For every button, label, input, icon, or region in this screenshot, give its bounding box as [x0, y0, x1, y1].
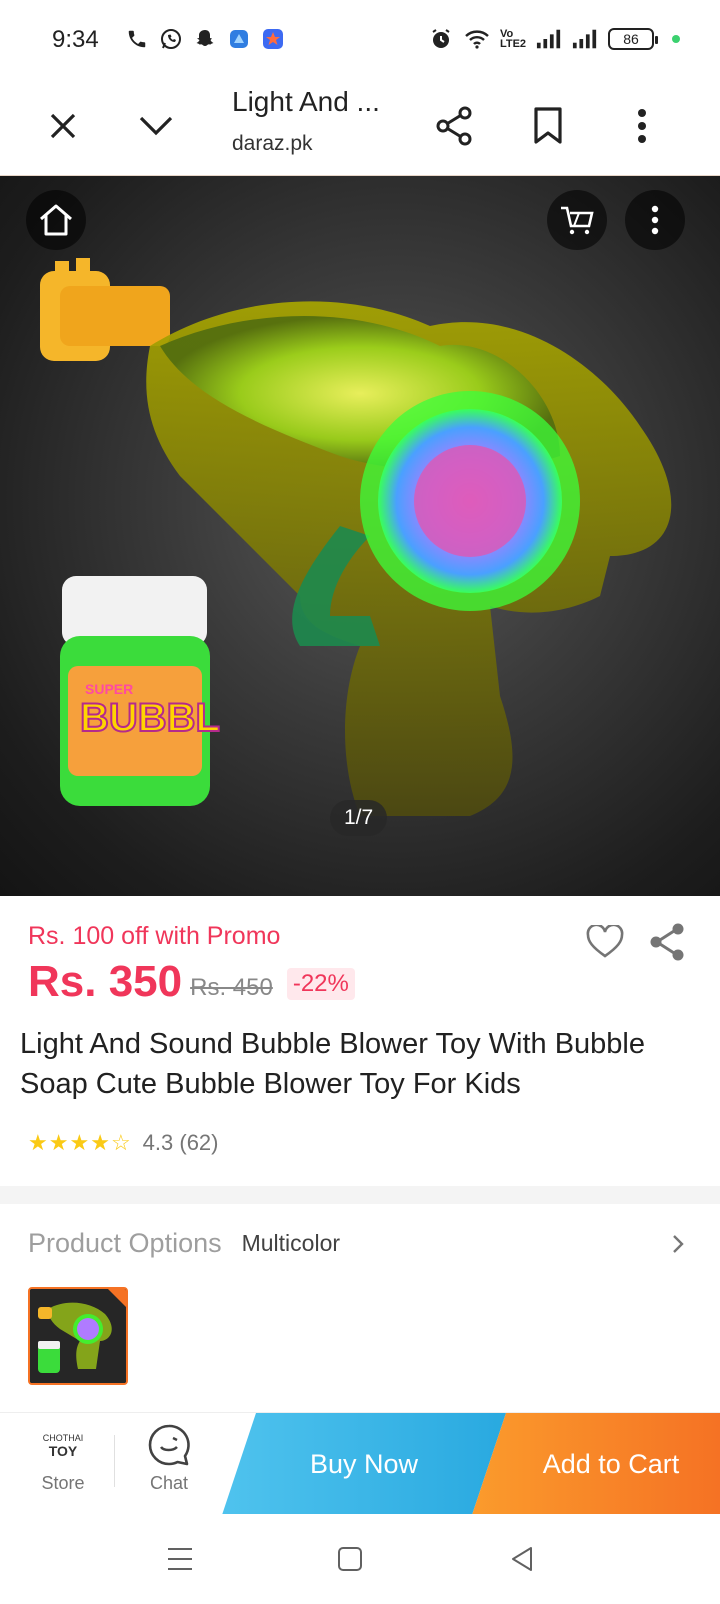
- hero-more-button[interactable]: [625, 190, 685, 250]
- svg-text:SUPER: SUPER: [85, 681, 133, 697]
- signal-icon: [572, 26, 598, 52]
- chevron-right-icon: [664, 1228, 692, 1260]
- alarm-icon: [428, 26, 454, 52]
- close-button[interactable]: [35, 98, 91, 154]
- status-time: 9:34: [52, 26, 99, 53]
- original-price: Rs. 450: [190, 974, 273, 1001]
- star-empty-icon: ☆: [110, 1130, 131, 1155]
- bottom-action-bar: CHOTHAI TOY Store Chat Buy Now Add to Ca…: [0, 1412, 720, 1515]
- bubble-wand-nozzle: [40, 258, 170, 361]
- star-full-icon: ★: [90, 1130, 110, 1155]
- promo-text[interactable]: Rs. 100 off with Promo: [28, 922, 280, 951]
- store-logo: CHOTHAI TOY: [35, 1423, 91, 1469]
- home-nav-button[interactable]: [325, 1534, 375, 1584]
- cart-icon: [561, 206, 594, 235]
- product-title: Light And Sound Bubble Blower Toy With B…: [20, 1028, 645, 1100]
- buy-now-button[interactable]: Buy Now: [222, 1413, 506, 1515]
- bookmark-icon: [534, 107, 562, 144]
- bookmark-button[interactable]: [520, 98, 576, 154]
- chat-button[interactable]: Chat: [128, 1423, 210, 1509]
- selected-corner-mark: [108, 1289, 126, 1307]
- wifi-icon: [464, 26, 490, 52]
- page-domain: daraz.pk: [232, 132, 313, 155]
- share-icon: [436, 106, 472, 146]
- phone-icon: [124, 26, 150, 52]
- rating-count: 4.3 (62): [142, 1130, 219, 1155]
- wishlist-button[interactable]: [583, 920, 627, 964]
- snapchat-icon: [192, 26, 218, 52]
- status-bar: 9:34 Vo LTE2 86: [0, 0, 720, 80]
- heart-icon: [586, 925, 624, 958]
- price-row: Rs. 350 Rs. 450 -22%: [28, 958, 355, 1006]
- options-value: Multicolor: [241, 1230, 341, 1256]
- whatsapp-icon: [158, 26, 184, 52]
- back-triangle-icon: [512, 1547, 532, 1571]
- star-full-icon: ★: [28, 1130, 48, 1155]
- more-options-button[interactable]: [614, 98, 670, 154]
- svg-text:BUBBL: BUBBL: [80, 696, 220, 740]
- store-logo-main: TOY: [48, 1443, 78, 1459]
- product-image: BUBBL SUPER: [40, 258, 672, 816]
- share-product-button[interactable]: [645, 920, 689, 964]
- section-divider: [0, 1186, 720, 1204]
- system-icons: Vo LTE2 86: [428, 26, 680, 52]
- system-navigation-bar: [0, 1514, 720, 1604]
- image-page-indicator: 1/7: [330, 800, 388, 836]
- more-vertical-icon: [638, 109, 646, 143]
- chevron-down-icon: [139, 116, 173, 136]
- cart-button[interactable]: [547, 190, 607, 250]
- menu-icon: [168, 1548, 192, 1570]
- home-button[interactable]: [26, 190, 86, 250]
- home-icon: [40, 204, 72, 236]
- square-icon: [338, 1547, 362, 1571]
- action-divider: [114, 1435, 115, 1487]
- chat-label: Chat: [149, 1473, 189, 1493]
- product-image-carousel[interactable]: BUBBL SUPER: [0, 176, 720, 896]
- rating-stars: ★ ★ ★ ★ ☆: [28, 1131, 131, 1155]
- signal-icon: [536, 26, 562, 52]
- privacy-dot: [672, 35, 680, 43]
- share-page-button[interactable]: [426, 98, 482, 154]
- battery-indicator: 86: [608, 28, 658, 50]
- close-icon: [50, 113, 76, 139]
- options-label: Product Options: [28, 1228, 222, 1258]
- app-icon: [226, 26, 252, 52]
- volte-icon: Vo LTE2: [499, 28, 527, 50]
- app-star-icon: [260, 26, 286, 52]
- recents-button[interactable]: [155, 1534, 205, 1584]
- page-title: Light And ...: [232, 86, 380, 117]
- product-options-row[interactable]: Product Options Multicolor: [28, 1228, 692, 1259]
- share-icon: [650, 923, 684, 961]
- current-price: Rs. 350: [28, 957, 183, 1006]
- more-vertical-icon: [651, 205, 659, 235]
- add-to-cart-button[interactable]: Add to Cart: [472, 1413, 720, 1515]
- back-button[interactable]: [497, 1534, 547, 1584]
- discount-badge: -22%: [286, 968, 355, 1000]
- minimize-button[interactable]: [128, 98, 184, 154]
- star-full-icon: ★: [48, 1130, 69, 1155]
- option-thumbnail[interactable]: [28, 1287, 128, 1385]
- bubble-soap-bottle: BUBBL SUPER: [60, 576, 221, 806]
- star-full-icon: ★: [69, 1130, 90, 1155]
- store-logo-top: CHOTHAI: [42, 1433, 84, 1443]
- notification-icons: [124, 26, 286, 52]
- store-label: Store: [41, 1473, 85, 1493]
- rating-row[interactable]: ★ ★ ★ ★ ☆ 4.3 (62): [28, 1130, 219, 1156]
- store-button[interactable]: CHOTHAI TOY Store: [22, 1423, 104, 1509]
- chat-icon: [148, 1424, 190, 1466]
